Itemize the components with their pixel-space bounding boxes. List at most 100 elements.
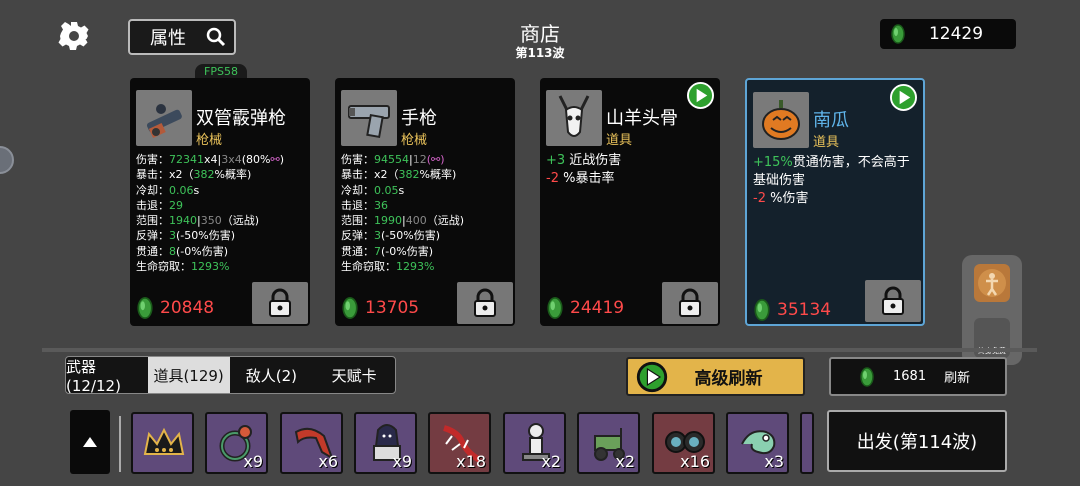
lock-icon [474,288,496,317]
card-type: 枪械 [196,133,223,148]
side-handle[interactable] [0,146,14,174]
refresh-label: 刷新 [944,371,971,386]
stat-knockback: 击退：29 [136,198,183,212]
desc-line: +15%贯通伤害，不会高于 [753,155,910,170]
card-price: 24419 [546,296,624,320]
inventory-item-partial[interactable] [800,412,814,474]
stat-crit: 暴击：x2（382%概率) [136,168,252,182]
card-type: 枪械 [401,133,428,148]
material-coin-icon [891,24,905,44]
card-name: 双管霰弹枪 [196,108,286,129]
inventory-item[interactable]: x2 [577,412,640,474]
pistol-icon [341,90,397,146]
shop-card-shotgun[interactable]: 双管霰弹枪 枪械 伤害：72341x4|3x4(80%⚯) 暴击：x2（382%… [130,78,310,326]
inventory-item[interactable] [131,412,194,474]
lock-button[interactable] [252,282,308,324]
inventory-item[interactable]: x6 [280,412,343,474]
stat-damage: 伤害：94554|12(⚯) [341,153,445,166]
separator [119,416,121,472]
wave-label: 第113波 [515,46,565,60]
material-coin-icon [860,366,874,387]
stat-pierce: 贯通：7(-0%伤害) [341,244,434,258]
card-name: 手枪 [401,108,437,129]
double-barrel-shotgun-icon [136,90,192,146]
card-price: 13705 [341,296,419,320]
expand-up-button[interactable] [70,410,110,474]
material-coin-icon [342,297,358,319]
shop-card-goat-skull[interactable]: 山羊头骨 道具 +3 近战伤害 -2 %暴击率 24419 [540,78,720,326]
money-display: 12429 [880,19,1016,49]
advanced-refresh-button[interactable]: 高级刷新 [626,357,805,396]
desc-line: -2 %暴击率 [546,171,615,186]
lock-icon [269,288,291,317]
card-description: +15%贯通伤害，不会高于 基础伤害 -2 %伤害 [753,154,923,208]
arrow-up-icon [83,437,97,447]
fps-counter: FPS58 [195,64,247,79]
character-button[interactable] [974,264,1010,302]
desc-line: 基础伤害 [753,173,806,188]
card-description: +3 近战伤害 -2 %暴击率 [546,152,716,188]
start-wave-button[interactable]: 出发(第114波) [827,410,1007,472]
card-type: 道具 [813,135,840,150]
material-coin-icon [547,297,563,319]
refresh-cost: 1681 [893,369,927,384]
card-name: 山羊头骨 [606,108,678,129]
person-icon [978,269,1006,297]
inventory-item[interactable]: x9 [205,412,268,474]
gear-icon[interactable] [58,20,90,52]
lock-button[interactable] [865,280,921,322]
inventory-item[interactable]: x16 [652,412,715,474]
inventory-item[interactable]: x2 [503,412,566,474]
refresh-button[interactable]: 1681 刷新 [829,357,1007,396]
card-name: 南瓜 [813,110,849,131]
stat-bounce: 反弹：3(-50%伤害) [136,229,236,243]
tab-talent-cards[interactable]: 天赋卡 [313,357,395,393]
stat-knockback: 击退：36 [341,198,388,212]
tab-items[interactable]: 道具(129) [147,357,230,393]
lock-button[interactable] [457,282,513,324]
lock-icon [882,286,904,315]
lock-button[interactable] [662,282,718,324]
card-stats: 伤害：72341x4|3x4(80%⚯) 暴击：x2（382%概率) 冷却：0.… [136,152,284,274]
money-amount: 12429 [928,24,984,44]
shop-card-pumpkin[interactable]: 南瓜 道具 +15%贯通伤害，不会高于 基础伤害 -2 %伤害 35134 [745,78,925,326]
goat-skull-icon [546,90,602,146]
inventory-item[interactable]: x18 [428,412,491,474]
stat-bounce: 反弹：3(-50%伤害) [341,229,441,243]
stat-lifesteal: 生命窃取：1293% [341,260,435,274]
stat-damage: 伤害：72341x4|3x4(80%⚯) [136,153,285,166]
stat-cooldown: 冷却：0.05s [341,183,405,197]
desc-line: +3 近战伤害 [546,153,622,168]
card-price: 20848 [136,296,214,320]
play-icon[interactable] [890,84,917,111]
desc-line: -2 %伤害 [753,191,809,206]
lock-icon [679,288,701,317]
stat-cooldown: 冷却：0.06s [136,183,200,197]
stat-lifesteal: 生命窃取：1293% [136,260,230,274]
material-coin-icon [754,299,770,321]
attribute-label: 属性 [150,28,186,49]
material-coin-icon [137,297,153,319]
search-icon [206,27,226,47]
crown-icon [143,427,185,455]
shop-card-pistol[interactable]: 手枪 枪械 伤害：94554|12(⚯) 暴击：x2（382%概率) 冷却：0.… [335,78,515,326]
stat-crit: 暴击：x2（382%概率) [341,168,457,182]
card-type: 道具 [606,133,633,148]
card-price: 35134 [753,298,831,322]
play-icon [636,361,668,392]
pumpkin-icon [753,92,809,148]
play-icon[interactable] [687,82,714,109]
tab-weapons[interactable]: 武器(12/12) [66,357,148,395]
card-stats: 伤害：94554|12(⚯) 暴击：x2（382%概率) 冷却：0.05s 击退… [341,152,464,274]
free-forever-button[interactable]: 终身免费 [974,318,1010,358]
stat-range: 范围：1940|350（远战) [136,214,260,228]
category-tabs: 武器(12/12) 道具(129) 敌人(2) 天赋卡 [65,356,396,395]
divider [42,348,1037,352]
inventory-item[interactable]: x9 [354,412,417,474]
tab-enemies[interactable]: 敌人(2) [230,357,314,393]
attribute-search-button[interactable]: 属性 [128,19,236,55]
shop-title: 商店 [520,22,560,46]
stat-range: 范围：1990|400（远战) [341,214,465,228]
inventory-item[interactable]: x3 [726,412,789,474]
stat-pierce: 贯通：8(-0%伤害) [136,244,229,258]
